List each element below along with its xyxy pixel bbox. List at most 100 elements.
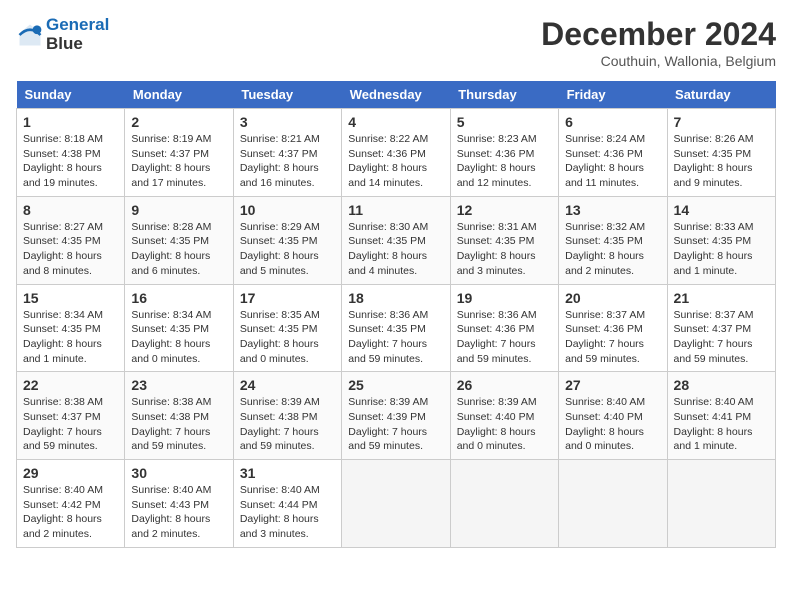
day-info: Sunrise: 8:27 AMSunset: 4:35 PMDaylight:… (23, 220, 118, 279)
day-cell-2: 2Sunrise: 8:19 AMSunset: 4:37 PMDaylight… (125, 109, 233, 197)
day-number: 9 (131, 202, 226, 218)
day-info: Sunrise: 8:34 AMSunset: 4:35 PMDaylight:… (131, 308, 226, 367)
day-number: 7 (674, 114, 769, 130)
day-cell-3: 3Sunrise: 8:21 AMSunset: 4:37 PMDaylight… (233, 109, 341, 197)
day-cell-21: 21 Sunrise: 8:37 AMSunset: 4:37 PMDayligh… (667, 284, 775, 372)
day-cell-12: 12 Sunrise: 8:31 AMSunset: 4:35 PMDayligh… (450, 196, 558, 284)
calendar-row-5: 29Sunrise: 8:40 AMSunset: 4:42 PMDayligh… (17, 460, 776, 548)
day-cell-16: 16 Sunrise: 8:34 AMSunset: 4:35 PMDayligh… (125, 284, 233, 372)
location: Couthuin, Wallonia, Belgium (541, 53, 776, 69)
day-info: Sunrise: 8:40 AMSunset: 4:43 PMDaylight:… (131, 483, 226, 542)
day-number: 10 (240, 202, 335, 218)
day-number: 25 (348, 377, 443, 393)
day-number: 14 (674, 202, 769, 218)
day-info: Sunrise: 8:23 AMSunset: 4:36 PMDaylight:… (457, 132, 552, 191)
day-number: 23 (131, 377, 226, 393)
logo-icon (16, 21, 44, 49)
empty-cell (667, 460, 775, 548)
day-cell-20: 20 Sunrise: 8:37 AMSunset: 4:36 PMDayligh… (559, 284, 667, 372)
day-number: 30 (131, 465, 226, 481)
day-number: 24 (240, 377, 335, 393)
col-saturday: Saturday (667, 81, 775, 109)
day-number: 13 (565, 202, 660, 218)
day-number: 26 (457, 377, 552, 393)
day-number: 16 (131, 290, 226, 306)
day-cell-17: 17 Sunrise: 8:35 AMSunset: 4:35 PMDayligh… (233, 284, 341, 372)
day-info: Sunrise: 8:24 AMSunset: 4:36 PMDaylight:… (565, 132, 660, 191)
day-cell-5: 5 Sunrise: 8:23 AMSunset: 4:36 PMDaylight… (450, 109, 558, 197)
day-info: Sunrise: 8:37 AMSunset: 4:36 PMDaylight:… (565, 308, 660, 367)
day-info: Sunrise: 8:29 AMSunset: 4:35 PMDaylight:… (240, 220, 335, 279)
day-info: Sunrise: 8:39 AMSunset: 4:39 PMDaylight:… (348, 395, 443, 454)
day-cell-23: 23 Sunrise: 8:38 AMSunset: 4:38 PMDayligh… (125, 372, 233, 460)
day-info: Sunrise: 8:19 AMSunset: 4:37 PMDaylight:… (131, 132, 226, 191)
day-number: 21 (674, 290, 769, 306)
day-info: Sunrise: 8:39 AMSunset: 4:40 PMDaylight:… (457, 395, 552, 454)
day-info: Sunrise: 8:37 AMSunset: 4:37 PMDaylight:… (674, 308, 769, 367)
page-header: General Blue December 2024 Couthuin, Wal… (16, 16, 776, 69)
day-info: Sunrise: 8:33 AMSunset: 4:35 PMDaylight:… (674, 220, 769, 279)
day-number: 1 (23, 114, 118, 130)
day-info: Sunrise: 8:21 AMSunset: 4:37 PMDaylight:… (240, 132, 335, 191)
day-info: Sunrise: 8:39 AMSunset: 4:38 PMDaylight:… (240, 395, 335, 454)
day-cell-19: 19Sunrise: 8:36 AMSunset: 4:36 PMDayligh… (450, 284, 558, 372)
day-info: Sunrise: 8:26 AMSunset: 4:35 PMDaylight:… (674, 132, 769, 191)
day-number: 27 (565, 377, 660, 393)
day-number: 18 (348, 290, 443, 306)
calendar-row-3: 15 Sunrise: 8:34 AMSunset: 4:35 PMDayligh… (17, 284, 776, 372)
logo-text-blue: Blue (46, 34, 83, 53)
day-number: 15 (23, 290, 118, 306)
day-number: 4 (348, 114, 443, 130)
day-info: Sunrise: 8:30 AMSunset: 4:35 PMDaylight:… (348, 220, 443, 279)
calendar-row-2: 8 Sunrise: 8:27 AMSunset: 4:35 PMDaylight… (17, 196, 776, 284)
title-block: December 2024 Couthuin, Wallonia, Belgiu… (541, 16, 776, 69)
empty-cell (450, 460, 558, 548)
day-info: Sunrise: 8:40 AMSunset: 4:44 PMDaylight:… (240, 483, 335, 542)
day-info: Sunrise: 8:22 AMSunset: 4:36 PMDaylight:… (348, 132, 443, 191)
day-number: 5 (457, 114, 552, 130)
day-info: Sunrise: 8:28 AMSunset: 4:35 PMDaylight:… (131, 220, 226, 279)
day-cell-4: 4 Sunrise: 8:22 AMSunset: 4:36 PMDaylight… (342, 109, 450, 197)
day-info: Sunrise: 8:40 AMSunset: 4:42 PMDaylight:… (23, 483, 118, 542)
day-number: 6 (565, 114, 660, 130)
day-info: Sunrise: 8:40 AMSunset: 4:40 PMDaylight:… (565, 395, 660, 454)
day-number: 22 (23, 377, 118, 393)
day-cell-14: 14 Sunrise: 8:33 AMSunset: 4:35 PMDayligh… (667, 196, 775, 284)
day-info: Sunrise: 8:34 AMSunset: 4:35 PMDaylight:… (23, 308, 118, 367)
day-cell-15: 15 Sunrise: 8:34 AMSunset: 4:35 PMDayligh… (17, 284, 125, 372)
day-info: Sunrise: 8:38 AMSunset: 4:38 PMDaylight:… (131, 395, 226, 454)
day-number: 28 (674, 377, 769, 393)
day-info: Sunrise: 8:40 AMSunset: 4:41 PMDaylight:… (674, 395, 769, 454)
day-cell-1: 1Sunrise: 8:18 AMSunset: 4:38 PMDaylight… (17, 109, 125, 197)
day-cell-6: 6 Sunrise: 8:24 AMSunset: 4:36 PMDaylight… (559, 109, 667, 197)
day-number: 8 (23, 202, 118, 218)
day-cell-9: 9 Sunrise: 8:28 AMSunset: 4:35 PMDaylight… (125, 196, 233, 284)
day-cell-11: 11Sunrise: 8:30 AMSunset: 4:35 PMDayligh… (342, 196, 450, 284)
day-cell-8: 8 Sunrise: 8:27 AMSunset: 4:35 PMDaylight… (17, 196, 125, 284)
day-cell-30: 30 Sunrise: 8:40 AMSunset: 4:43 PMDayligh… (125, 460, 233, 548)
day-number: 17 (240, 290, 335, 306)
day-cell-24: 24 Sunrise: 8:39 AMSunset: 4:38 PMDayligh… (233, 372, 341, 460)
day-cell-29: 29Sunrise: 8:40 AMSunset: 4:42 PMDayligh… (17, 460, 125, 548)
col-sunday: Sunday (17, 81, 125, 109)
month-title: December 2024 (541, 16, 776, 53)
logo: General Blue (16, 16, 109, 53)
calendar-table: Sunday Monday Tuesday Wednesday Thursday… (16, 81, 776, 548)
day-info: Sunrise: 8:36 AMSunset: 4:35 PMDaylight:… (348, 308, 443, 367)
day-cell-7: 7 Sunrise: 8:26 AMSunset: 4:35 PMDaylight… (667, 109, 775, 197)
calendar-row-4: 22 Sunrise: 8:38 AMSunset: 4:37 PMDayligh… (17, 372, 776, 460)
day-cell-10: 10 Sunrise: 8:29 AMSunset: 4:35 PMDayligh… (233, 196, 341, 284)
col-tuesday: Tuesday (233, 81, 341, 109)
day-info: Sunrise: 8:31 AMSunset: 4:35 PMDaylight:… (457, 220, 552, 279)
day-info: Sunrise: 8:38 AMSunset: 4:37 PMDaylight:… (23, 395, 118, 454)
day-number: 20 (565, 290, 660, 306)
day-cell-18: 18 Sunrise: 8:36 AMSunset: 4:35 PMDayligh… (342, 284, 450, 372)
day-info: Sunrise: 8:35 AMSunset: 4:35 PMDaylight:… (240, 308, 335, 367)
day-cell-22: 22 Sunrise: 8:38 AMSunset: 4:37 PMDayligh… (17, 372, 125, 460)
empty-cell (559, 460, 667, 548)
day-number: 12 (457, 202, 552, 218)
day-cell-31: 31Sunrise: 8:40 AMSunset: 4:44 PMDayligh… (233, 460, 341, 548)
col-monday: Monday (125, 81, 233, 109)
logo-text-general: General (46, 15, 109, 34)
day-cell-25: 25 Sunrise: 8:39 AMSunset: 4:39 PMDayligh… (342, 372, 450, 460)
